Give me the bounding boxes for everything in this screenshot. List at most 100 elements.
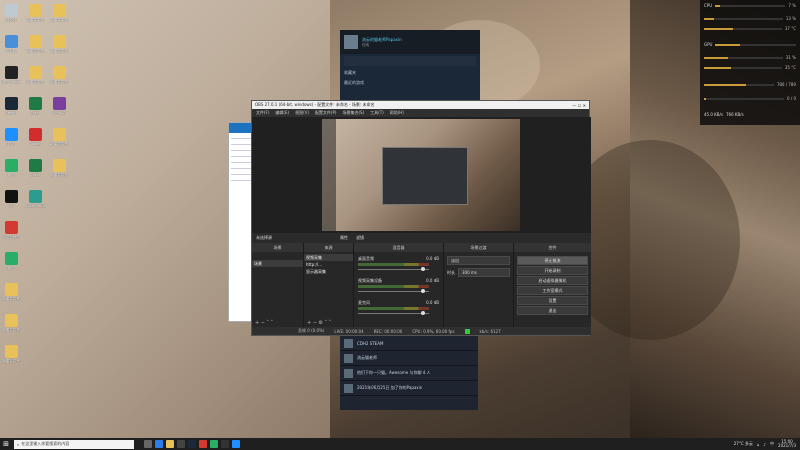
friends-entry[interactable]: 最近的游戏 bbox=[340, 78, 480, 88]
avatar bbox=[344, 338, 353, 348]
list-item[interactable]: 他们下你一只猫。Awesome 与你聊 4 人 bbox=[340, 366, 478, 381]
desktop-icon[interactable]: Steam bbox=[0, 97, 22, 115]
desktop-icon[interactable]: QQ bbox=[0, 190, 22, 208]
taskbar-search-input[interactable]: ⌕ 在这里输入你要搜索的内容 bbox=[14, 439, 134, 449]
friends-section[interactable]: 收藏夹 bbox=[340, 68, 480, 78]
desktop-icon[interactable]: 微信 bbox=[0, 159, 22, 178]
menu-item[interactable]: 编辑(E) bbox=[275, 110, 289, 116]
list-item[interactable]: CDH2 STEAM bbox=[340, 336, 478, 351]
volume-slider[interactable] bbox=[421, 311, 425, 315]
desktop-icon-label: 新建文件夹 bbox=[50, 18, 68, 22]
desktop-icon[interactable]: 新建文件夹 bbox=[0, 283, 22, 302]
desktop-icon[interactable]: 新建文件夹 bbox=[0, 345, 22, 364]
dropped-frames: 丢帧 0 (0.0%) bbox=[298, 328, 325, 333]
start-recording-button[interactable]: 开始录制 bbox=[517, 266, 588, 275]
cpu-usage: 7 % bbox=[788, 3, 796, 8]
avatar[interactable] bbox=[344, 35, 358, 49]
network-counter: 0 / 0 bbox=[787, 96, 796, 101]
task-view-icon[interactable] bbox=[144, 440, 152, 448]
exit-button[interactable]: 退出 bbox=[517, 306, 588, 315]
desktop-icon[interactable]: 新建文件夹 bbox=[48, 159, 70, 178]
friends-search-input[interactable] bbox=[344, 56, 476, 66]
desktop-icon[interactable]: 钉钉 bbox=[0, 128, 22, 147]
desktop-icon[interactable]: 网易云音乐 bbox=[0, 221, 22, 240]
app-icon bbox=[4, 97, 18, 110]
desktop-icon[interactable]: OBS Studio bbox=[0, 66, 22, 84]
app-icon[interactable] bbox=[232, 440, 240, 448]
windows-start-icon[interactable]: ⊞ bbox=[0, 438, 12, 450]
desktop-icon[interactable]: 新建文件夹 bbox=[48, 35, 70, 54]
channel-db: 0.0 dB bbox=[426, 300, 439, 305]
obs-title-bar[interactable]: OBS 27.0.1 (64-bit, windows) - 配置文件: 未命名… bbox=[252, 101, 589, 109]
weather-widget[interactable]: 27°C 多云 bbox=[734, 441, 753, 447]
list-item[interactable]: 流云猫老师 bbox=[340, 351, 478, 366]
virtual-camera-button[interactable]: 启动虚拟摄像机 bbox=[517, 276, 588, 285]
desktop-icon[interactable]: WinRAR bbox=[48, 97, 70, 115]
app-icon bbox=[4, 128, 18, 141]
input-language[interactable]: 中 bbox=[770, 441, 774, 447]
source-item[interactable]: 显示器采集 bbox=[304, 268, 353, 275]
scene-tools[interactable]: + − ˄ ˅ bbox=[255, 320, 273, 326]
app-icon bbox=[52, 66, 66, 79]
channel-name: 视频采集设备 bbox=[358, 278, 382, 283]
desktop-icon[interactable]: Excel bbox=[24, 159, 46, 177]
obs-preview[interactable] bbox=[252, 117, 591, 233]
mixer-channel[interactable]: 视频采集设备 0.0 dB bbox=[358, 276, 439, 298]
desktop-icon[interactable]: 新建文件夹 bbox=[48, 66, 70, 85]
desktop-icon-label: 回收站 bbox=[5, 18, 17, 22]
settings-button[interactable]: 设置 bbox=[517, 296, 588, 305]
filters-button[interactable]: 滤镜 bbox=[356, 235, 364, 241]
volume-slider[interactable] bbox=[421, 289, 425, 293]
edge-icon[interactable] bbox=[155, 440, 163, 448]
mixer-channel[interactable]: 麦克风 0.0 dB bbox=[358, 298, 439, 320]
obs-icon[interactable] bbox=[221, 440, 229, 448]
desktop-icon[interactable]: 微信 bbox=[0, 252, 22, 271]
fan-speed: 780 / 780 bbox=[776, 82, 796, 87]
transition-select[interactable]: 淡出 bbox=[447, 256, 510, 265]
scene-item[interactable]: 场景 bbox=[252, 260, 303, 267]
desktop-icon[interactable]: 回收站 bbox=[0, 4, 22, 23]
duration-input[interactable]: 300 ms bbox=[458, 268, 510, 277]
menu-item[interactable]: 视图(V) bbox=[295, 110, 309, 116]
properties-button[interactable]: 属性 bbox=[340, 235, 348, 241]
window-controls[interactable]: — ☐ ✕ bbox=[573, 103, 586, 108]
desktop-icon[interactable]: 此电脑 bbox=[0, 35, 22, 54]
folder-icon[interactable] bbox=[166, 440, 174, 448]
desktop-icon[interactable]: Adobe bbox=[24, 128, 46, 146]
menu-item[interactable]: 帮助(H) bbox=[390, 110, 404, 116]
volume-slider[interactable] bbox=[421, 267, 425, 271]
app-icon[interactable] bbox=[177, 440, 185, 448]
list-item[interactable]: 2021年06月25日 加了你的Papaxin bbox=[340, 381, 478, 396]
source-tools[interactable]: + − ⚙ ˄ ˅ bbox=[307, 320, 331, 326]
steam-icon[interactable] bbox=[188, 440, 196, 448]
menu-item[interactable]: 文件(F) bbox=[256, 110, 269, 116]
source-item[interactable]: http://... bbox=[304, 261, 353, 268]
menu-item[interactable]: 场景集合(S) bbox=[342, 110, 364, 116]
menu-item[interactable]: 配置文件(P) bbox=[315, 110, 337, 116]
sources-header: 来源 bbox=[304, 243, 353, 252]
network-icon[interactable]: ⌂ bbox=[757, 442, 760, 447]
wechat-icon[interactable] bbox=[210, 440, 218, 448]
studio-mode-button[interactable]: 工作室模式 bbox=[517, 286, 588, 295]
music-icon[interactable] bbox=[199, 440, 207, 448]
desktop-icon[interactable]: 新建文件夹 bbox=[48, 4, 70, 23]
desktop-icon[interactable]: 新建文件夹 bbox=[0, 314, 22, 333]
desktop-icon-label: OBS Studio bbox=[1, 80, 21, 84]
cpu-label: CPU bbox=[704, 3, 713, 8]
stop-streaming-button[interactable]: 停止推流 bbox=[517, 256, 588, 265]
app-icon bbox=[28, 4, 42, 17]
steam-status[interactable]: 在线 bbox=[362, 43, 402, 48]
desktop-icon[interactable]: 新建文件夹 bbox=[24, 66, 46, 85]
menu-item[interactable]: 工具(T) bbox=[370, 110, 384, 116]
desktop-icon[interactable]: 新建文件夹 bbox=[24, 35, 46, 54]
desktop-icon[interactable]: 新建文件夹 bbox=[48, 128, 70, 147]
upload-speed: 45.0 KB/s bbox=[704, 112, 723, 117]
mixer-channel[interactable]: 桌面音频 0.0 dB bbox=[358, 254, 439, 276]
desktop-icon[interactable]: 新建文件夹 bbox=[24, 4, 46, 23]
controls-dock: 控件 停止推流 开始录制 启动虚拟摄像机 工作室模式 设置 退出 bbox=[514, 243, 591, 329]
desktop-icon[interactable]: Excel bbox=[24, 97, 46, 115]
desktop-icon[interactable]: Visual Studio bbox=[24, 190, 46, 208]
source-item[interactable]: 视频采集 bbox=[304, 254, 353, 261]
volume-icon[interactable]: ♪ bbox=[763, 442, 766, 447]
clock[interactable]: 15:00 2021/7/3 bbox=[778, 440, 796, 448]
